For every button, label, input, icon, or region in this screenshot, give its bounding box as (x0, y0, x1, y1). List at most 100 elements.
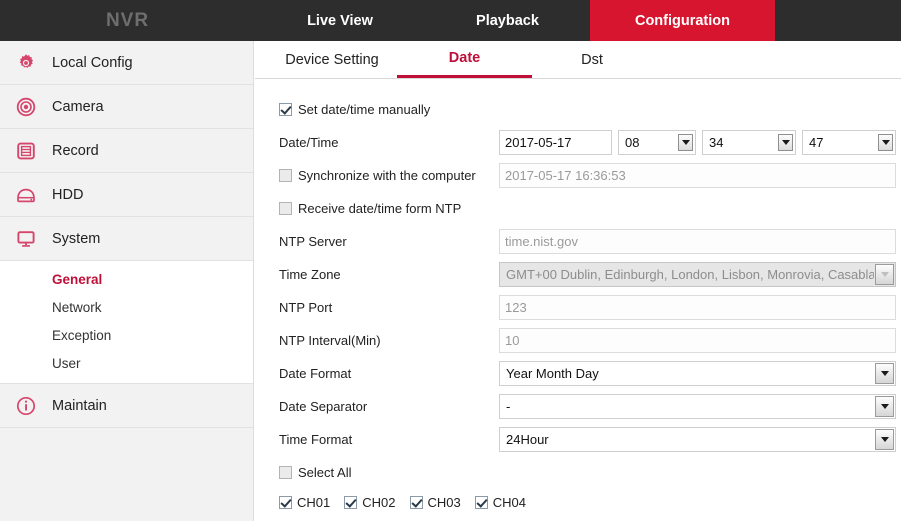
chevron-down-icon (681, 140, 690, 145)
hour-value: 08 (618, 130, 676, 155)
minute-dropdown-button[interactable] (776, 130, 796, 155)
channel-item[interactable]: CH02 (344, 494, 396, 510)
date-format-select[interactable]: Year Month Day (499, 361, 896, 386)
monitor-icon (0, 229, 52, 249)
hour-stepper[interactable]: 08 (618, 130, 696, 155)
sidebar-item-label: Record (52, 142, 99, 159)
receive-ntp-row: Receive date/time form NTP (255, 192, 901, 225)
sidebar-subitem-label: User (52, 355, 81, 371)
channel-label: CH02 (362, 494, 396, 510)
channel-checkbox-ch01[interactable] (279, 495, 292, 509)
sidebar-subitem-label: Exception (52, 327, 112, 343)
sync-computer-label: Synchronize with the computer (298, 168, 476, 183)
time-format-row: Time Format 24Hour (255, 423, 901, 456)
select-all-label: Select All (298, 465, 352, 480)
set-manually-checkbox[interactable] (279, 103, 292, 116)
sidebar-subitems: General Network Exception User (0, 261, 253, 384)
channel-item[interactable]: CH03 (409, 495, 461, 510)
sidebar-item-local-config[interactable]: Local Config (0, 41, 253, 85)
sync-computer-value: 2017-05-17 16:36:53 (499, 163, 896, 188)
channel-list: CH01 CH02 CH03 CH04 (255, 489, 901, 515)
sidebar-item-hdd[interactable]: HDD (0, 173, 253, 217)
channel-checkbox-ch02[interactable] (344, 495, 358, 509)
chevron-down-icon (781, 140, 790, 145)
info-circle-icon (0, 396, 52, 416)
date-settings-form: Set date/time manually Date/Time 2017-05… (255, 79, 901, 515)
sidebar-item-exception[interactable]: Exception (0, 321, 253, 349)
sidebar-subitem-label: General (52, 271, 103, 287)
time-zone-select[interactable]: GMT+00 Dublin, Edinburgh, London, Lisbon… (499, 262, 896, 287)
chevron-down-icon[interactable] (875, 264, 894, 285)
ntp-port-input[interactable]: 123 (499, 295, 896, 320)
time-zone-value: GMT+00 Dublin, Edinburgh, London, Lisbon… (506, 267, 874, 282)
second-value: 47 (802, 130, 876, 155)
time-format-value: 24Hour (506, 432, 549, 447)
time-zone-row: Time Zone GMT+00 Dublin, Edinburgh, Lond… (255, 258, 901, 291)
tab-date[interactable]: Date (397, 41, 532, 78)
ntp-port-row: NTP Port 123 (255, 291, 901, 324)
channel-label: CH01 (297, 494, 331, 510)
sidebar: Local Config Camera Record HDD System Ge… (0, 41, 254, 521)
nav-tab-playback[interactable]: Playback (425, 0, 590, 41)
date-separator-row: Date Separator - (255, 390, 901, 423)
datetime-label: Date/Time (279, 135, 339, 150)
minute-stepper[interactable]: 34 (702, 130, 796, 155)
sidebar-item-label: Camera (52, 98, 104, 115)
channel-checkbox-ch04[interactable] (474, 495, 488, 509)
sidebar-item-camera[interactable]: Camera (0, 85, 253, 129)
date-input[interactable]: 2017-05-17 (499, 130, 612, 155)
top-navigation: Live View Playback Configuration (255, 0, 775, 41)
date-format-value: Year Month Day (506, 366, 599, 381)
content-panel: Device Setting Date Dst Set date/time ma… (255, 41, 901, 521)
sidebar-item-general[interactable]: General (0, 265, 253, 293)
app-logo: NVR (105, 9, 150, 31)
sidebar-item-system[interactable]: System (0, 217, 253, 261)
sidebar-item-maintain[interactable]: Maintain (0, 384, 253, 428)
sync-computer-label-wrap: Synchronize with the computer (279, 168, 499, 183)
datetime-row: Date/Time 2017-05-17 08 34 47 (255, 126, 901, 159)
date-separator-select[interactable]: - (499, 394, 896, 419)
select-all-row: Select All (255, 456, 901, 489)
chevron-down-icon[interactable] (875, 396, 894, 417)
date-format-label: Date Format (279, 366, 352, 381)
sidebar-item-label: System (52, 230, 101, 247)
ntp-server-row: NTP Server time.nist.gov (255, 225, 901, 258)
chevron-down-icon (881, 140, 890, 145)
ntp-interval-row: NTP Interval(Min) 10 (255, 324, 901, 357)
tab-dst[interactable]: Dst (532, 41, 652, 78)
receive-ntp-label: Receive date/time form NTP (298, 201, 462, 216)
gear-icon (0, 53, 52, 73)
second-dropdown-button[interactable] (876, 130, 896, 155)
date-separator-label: Date Separator (279, 399, 368, 414)
nav-tab-configuration[interactable]: Configuration (590, 0, 775, 41)
sidebar-item-label: Local Config (52, 54, 133, 71)
top-header-bar: NVR Live View Playback Configuration (0, 0, 901, 41)
camera-lens-icon (0, 97, 52, 117)
sidebar-item-user[interactable]: User (0, 349, 253, 377)
channel-item[interactable]: CH01 (279, 495, 330, 510)
sidebar-item-network[interactable]: Network (0, 293, 253, 321)
chevron-down-icon[interactable] (875, 429, 894, 450)
channel-item[interactable]: CH04 (474, 494, 526, 510)
nav-tab-live-view[interactable]: Live View (255, 0, 425, 41)
receive-ntp-checkbox[interactable] (279, 202, 292, 215)
ntp-server-label: NTP Server (279, 234, 347, 249)
set-manually-label: Set date/time manually (298, 102, 431, 117)
ntp-server-input[interactable]: time.nist.gov (499, 229, 896, 254)
ntp-port-label: NTP Port (279, 300, 333, 315)
chevron-down-icon[interactable] (875, 363, 894, 384)
second-stepper[interactable]: 47 (802, 130, 896, 155)
tab-device-setting[interactable]: Device Setting (267, 41, 397, 78)
time-format-select[interactable]: 24Hour (499, 427, 896, 452)
hour-dropdown-button[interactable] (676, 130, 696, 155)
minute-value: 34 (702, 130, 776, 155)
ntp-interval-label: NTP Interval(Min) (279, 333, 381, 348)
channel-checkbox-ch03[interactable] (409, 495, 423, 509)
select-all-checkbox[interactable] (279, 466, 292, 479)
channel-label: CH04 (492, 494, 526, 510)
sidebar-item-record[interactable]: Record (0, 129, 253, 173)
nvr-config-page: NVR Live View Playback Configuration Loc… (0, 0, 901, 521)
sync-computer-checkbox[interactable] (279, 169, 292, 182)
time-format-label: Time Format (279, 432, 353, 447)
ntp-interval-input[interactable]: 10 (499, 328, 896, 353)
